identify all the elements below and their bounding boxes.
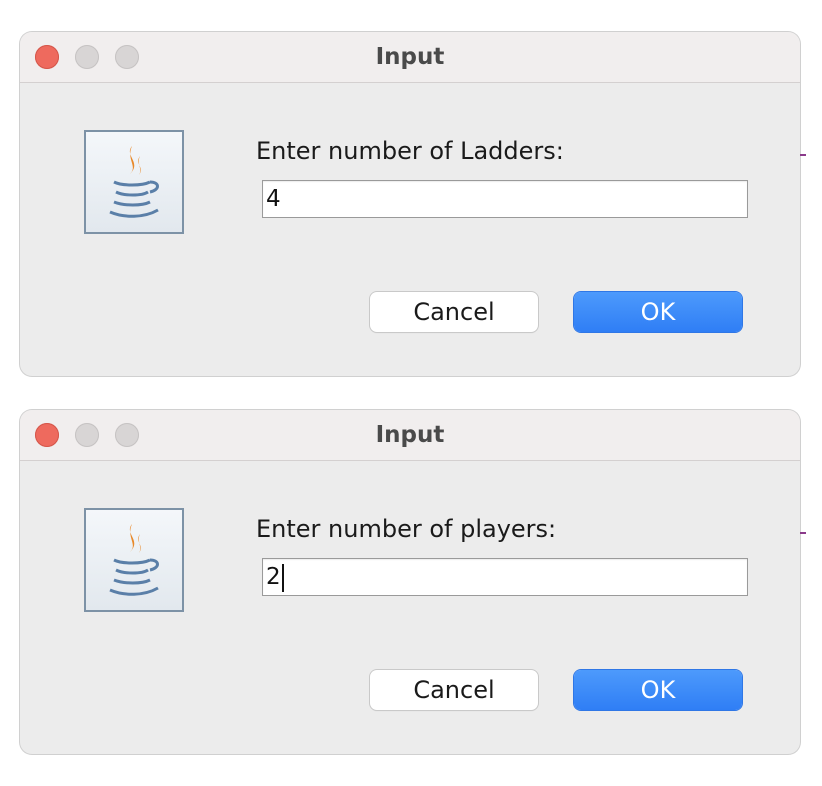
background-window-edge: [800, 154, 806, 156]
prompt-label: Enter number of players:: [256, 515, 557, 543]
cancel-button[interactable]: Cancel: [370, 670, 538, 710]
cancel-button[interactable]: Cancel: [370, 292, 538, 332]
ok-button[interactable]: OK: [574, 292, 742, 332]
ok-button[interactable]: OK: [574, 670, 742, 710]
title-bar[interactable]: Input: [20, 32, 800, 83]
text-caret: [281, 563, 284, 592]
players-count-input[interactable]: 2: [262, 558, 748, 596]
background-window-edge: [800, 532, 806, 534]
players-input-dialog: Input Enter number of players: 2 Cancel …: [20, 410, 800, 754]
java-coffee-cup-icon: [84, 508, 184, 612]
prompt-label: Enter number of Ladders:: [256, 137, 564, 165]
dialog-title: Input: [375, 44, 445, 70]
input-value: 2: [266, 564, 281, 590]
dialog-title: Input: [375, 422, 445, 448]
ladders-count-input[interactable]: 4: [262, 180, 748, 218]
java-coffee-cup-icon: [84, 130, 184, 234]
title-bar[interactable]: Input: [20, 410, 800, 461]
input-value: 4: [266, 186, 281, 212]
ladders-input-dialog: Input Enter number of Ladders: 4 Cancel …: [20, 32, 800, 376]
